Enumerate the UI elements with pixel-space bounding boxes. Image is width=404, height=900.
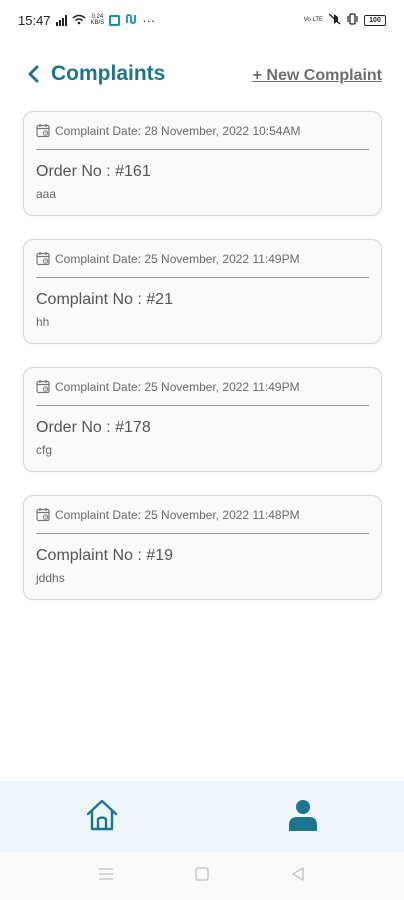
complaint-card[interactable]: Complaint Date: 25 November, 2022 11:48P… bbox=[23, 495, 382, 600]
complaint-date-row: Complaint Date: 25 November, 2022 11:48P… bbox=[36, 496, 369, 534]
volte-indicator: Vo LTE bbox=[303, 17, 323, 23]
back-button[interactable] bbox=[22, 64, 44, 88]
system-nav-bar bbox=[0, 852, 404, 900]
complaint-date: Complaint Date: 25 November, 2022 11:49P… bbox=[55, 379, 300, 394]
battery-indicator: 100 bbox=[364, 14, 386, 26]
complaint-number: Complaint No : #21 bbox=[36, 291, 173, 308]
user-icon bbox=[285, 797, 321, 838]
net-speed: 0.24 KB/S bbox=[91, 14, 105, 26]
calendar-icon bbox=[36, 123, 51, 138]
status-left: 15:47 0.24 KB/S ··· bbox=[18, 13, 155, 28]
menu-icon bbox=[98, 867, 114, 886]
square-icon bbox=[195, 866, 209, 886]
app-logo-icon bbox=[125, 13, 137, 28]
complaint-list: Complaint Date: 28 November, 2022 10:54A… bbox=[23, 111, 382, 623]
complaint-card[interactable]: Complaint Date: 25 November, 2022 11:49P… bbox=[23, 367, 382, 472]
chevron-left-icon bbox=[26, 65, 40, 88]
complaint-date-row: Complaint Date: 25 November, 2022 11:49P… bbox=[36, 240, 369, 278]
complaint-description: aaa bbox=[36, 187, 57, 201]
system-back-button[interactable] bbox=[288, 866, 308, 886]
status-right: Vo LTE 100 bbox=[303, 12, 386, 28]
wifi-icon bbox=[72, 13, 86, 28]
new-complaint-link[interactable]: + New Complaint bbox=[253, 67, 382, 85]
bottom-nav bbox=[0, 781, 404, 852]
status-bar: 15:47 0.24 KB/S ··· Vo LTE 100 bbox=[0, 0, 404, 40]
net-speed-unit: KB/S bbox=[90, 20, 105, 26]
signal-icon bbox=[55, 14, 67, 26]
complaint-date-row: Complaint Date: 25 November, 2022 11:49P… bbox=[36, 368, 369, 406]
vibrate-icon bbox=[346, 12, 359, 28]
more-notifications-icon: ··· bbox=[142, 12, 156, 28]
complaint-date-row: Complaint Date: 28 November, 2022 10:54A… bbox=[36, 112, 369, 150]
status-time: 15:47 bbox=[18, 12, 51, 28]
complaint-description: cfg bbox=[36, 443, 53, 457]
page-title: Complaints bbox=[51, 62, 166, 85]
complaint-number: Order No : #178 bbox=[36, 419, 151, 436]
mute-icon bbox=[328, 12, 341, 28]
nav-home-button[interactable] bbox=[82, 797, 122, 837]
complaint-number: Order No : #161 bbox=[36, 163, 151, 180]
complaint-description: jddhs bbox=[36, 571, 65, 585]
complaint-number: Complaint No : #19 bbox=[36, 547, 173, 564]
complaint-date: Complaint Date: 25 November, 2022 11:48P… bbox=[55, 507, 300, 522]
triangle-back-icon bbox=[291, 866, 305, 887]
complaint-card[interactable]: Complaint Date: 28 November, 2022 10:54A… bbox=[23, 111, 382, 216]
calendar-icon bbox=[36, 251, 51, 266]
calendar-icon bbox=[36, 379, 51, 394]
complaint-card[interactable]: Complaint Date: 25 November, 2022 11:49P… bbox=[23, 239, 382, 344]
app-notification-icon bbox=[109, 14, 121, 26]
complaint-date: Complaint Date: 25 November, 2022 11:49P… bbox=[55, 251, 300, 266]
complaint-description: hh bbox=[36, 315, 50, 329]
header: Complaints + New Complaint bbox=[0, 58, 404, 94]
home-icon bbox=[84, 797, 120, 838]
calendar-icon bbox=[36, 507, 51, 522]
system-home-button[interactable] bbox=[192, 866, 212, 886]
complaint-date: Complaint Date: 28 November, 2022 10:54A… bbox=[55, 123, 301, 138]
nav-profile-button[interactable] bbox=[283, 797, 323, 837]
system-menu-button[interactable] bbox=[96, 866, 116, 886]
